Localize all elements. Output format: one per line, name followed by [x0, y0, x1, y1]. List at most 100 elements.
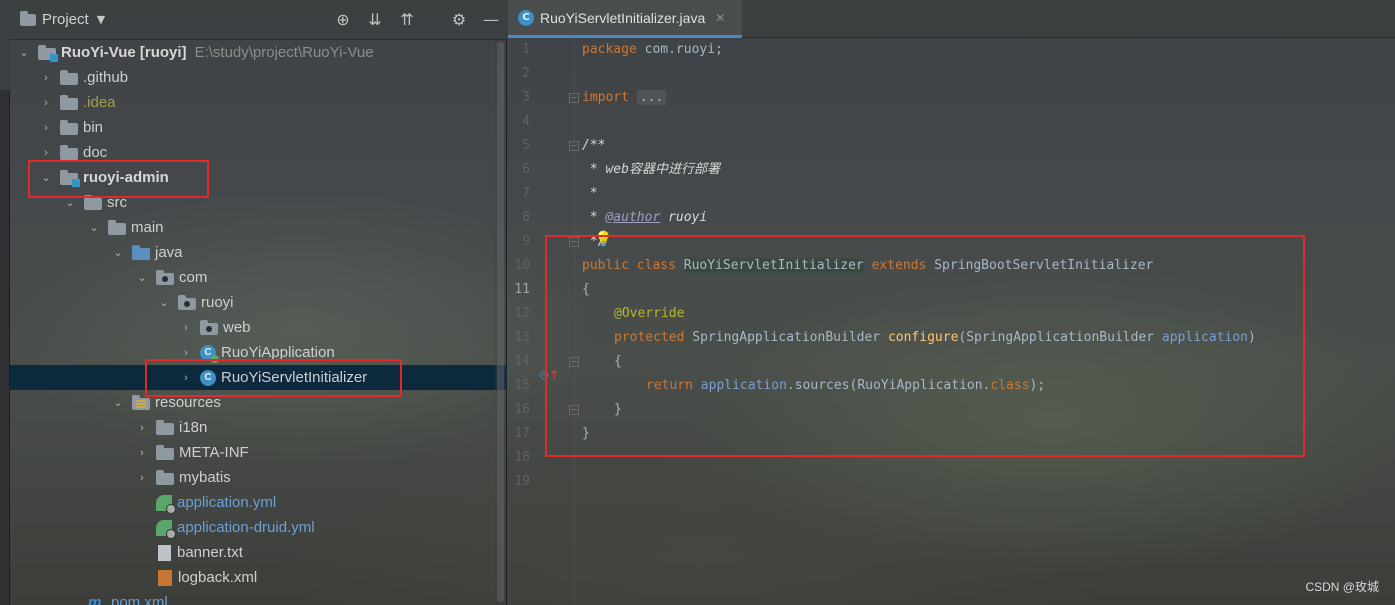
tree-row-web[interactable]: › web: [10, 315, 507, 340]
line-number: 10: [514, 258, 530, 273]
tree-row-mybatis[interactable]: › mybatis: [10, 465, 507, 490]
line-number: 7: [522, 186, 530, 201]
tree-row-resources[interactable]: ⌄ resources: [10, 390, 507, 415]
chevron-right-icon[interactable]: ›: [178, 322, 194, 334]
line-number: 19: [514, 474, 530, 489]
editor-tab-bar: C RuoYiServletInitializer.java ✕: [508, 0, 1395, 38]
minimize-icon[interactable]: —: [481, 9, 501, 31]
tab-ruoyiservletinitializer[interactable]: C RuoYiServletInitializer.java ✕: [508, 0, 742, 38]
tree-label: resources: [155, 394, 221, 411]
method-name: configure: [887, 330, 959, 345]
code-text: .sources(RuoYiApplication.: [786, 378, 991, 393]
project-tool-tab[interactable]: [0, 0, 10, 90]
chevron-right-icon[interactable]: ›: [38, 97, 54, 109]
tree-row-java[interactable]: ⌄ java: [10, 240, 507, 265]
tree-row-github[interactable]: › .github: [10, 65, 507, 90]
chevron-right-icon[interactable]: ›: [38, 72, 54, 84]
tree-label: RuoYiServletInitializer: [221, 369, 368, 386]
resources-folder-icon: [132, 395, 150, 410]
chevron-down-icon[interactable]: ⌄: [86, 221, 102, 234]
tree-row-main[interactable]: ⌄ main: [10, 215, 507, 240]
tab-label: RuoYiServletInitializer.java: [540, 9, 706, 26]
code-line-15: {: [614, 354, 622, 369]
tree-row-pom-xml[interactable]: m pom.xml: [10, 590, 507, 605]
code-line-16: return application.sources(RuoYiApplicat…: [646, 374, 1045, 398]
chevron-down-icon[interactable]: ▼: [97, 13, 105, 26]
folder-icon: [84, 195, 102, 210]
chevron-down-icon[interactable]: ⌄: [16, 46, 32, 59]
chevron-right-icon[interactable]: ›: [38, 122, 54, 134]
tree-row-meta-inf[interactable]: › META-INF: [10, 440, 507, 465]
variable: application: [700, 378, 787, 393]
tree-row-doc[interactable]: › doc: [10, 140, 507, 165]
tree-row-ruoyi-vue[interactable]: ⌄ RuoYi-Vue [ruoyi] E:\study\project\Ruo…: [10, 40, 507, 65]
tree-label: application-druid.yml: [177, 519, 315, 536]
line-number: 1: [522, 42, 530, 57]
chevron-down-icon[interactable]: ⌄: [110, 246, 126, 259]
chevron-right-icon[interactable]: ›: [178, 347, 194, 359]
tree-row-src[interactable]: ⌄ src: [10, 190, 507, 215]
folder-icon: [60, 145, 78, 160]
tree-row-application-yml[interactable]: application.yml: [10, 490, 507, 515]
tree-label: RuoYiApplication: [221, 344, 335, 361]
chevron-down-icon[interactable]: ⌄: [62, 196, 78, 209]
tree-row-i18n[interactable]: › i18n: [10, 415, 507, 440]
scrollbar-thumb[interactable]: [497, 42, 504, 602]
line-number: 18: [514, 450, 530, 465]
chevron-right-icon[interactable]: ›: [134, 472, 150, 484]
chevron-right-icon[interactable]: ›: [178, 372, 194, 384]
line-number: 16: [514, 402, 530, 417]
tree-label: ruoyi: [201, 294, 234, 311]
collapse-all-icon[interactable]: ⇈: [397, 9, 417, 31]
tool-window-strip[interactable]: [0, 0, 10, 605]
locate-icon[interactable]: ⊕: [333, 9, 353, 31]
chevron-down-icon[interactable]: ⌄: [156, 296, 172, 309]
param-name: application: [1161, 330, 1248, 345]
folder-icon: [60, 95, 78, 110]
keyword: return: [646, 378, 693, 393]
expand-all-icon[interactable]: ⇊: [365, 9, 385, 31]
tree-label: ruoyi-admin: [83, 169, 169, 186]
chevron-down-icon[interactable]: ⌄: [38, 171, 54, 184]
chevron-right-icon[interactable]: ›: [38, 147, 54, 159]
tree-row-application-druid-yml[interactable]: application-druid.yml: [10, 515, 507, 540]
close-icon[interactable]: ✕: [715, 11, 725, 25]
tree-row-ruoyi[interactable]: ⌄ ruoyi: [10, 290, 507, 315]
tree-label: mybatis: [179, 469, 231, 486]
tree-row-idea[interactable]: › .idea: [10, 90, 507, 115]
tree-label: application.yml: [177, 494, 277, 511]
tree-row-ruoyiservletinitializer[interactable]: › C RuoYiServletInitializer: [10, 365, 507, 390]
keyword: package: [582, 42, 637, 57]
gutter-divider: [574, 38, 575, 605]
chevron-right-icon[interactable]: ›: [134, 447, 150, 459]
tree-row-com[interactable]: ⌄ com: [10, 265, 507, 290]
tree-row-bin[interactable]: › bin: [10, 115, 507, 140]
override-gutter-icon[interactable]: ⊙↑: [539, 368, 559, 382]
line-number: 3: [522, 90, 530, 105]
chevron-right-icon[interactable]: ›: [134, 422, 150, 434]
tree-label: pom.xml: [111, 594, 168, 605]
class-name: RuoYiServletInitializer: [683, 258, 864, 273]
tree-label: logback.xml: [178, 569, 258, 586]
line-number: 12: [514, 306, 530, 321]
annotation: @Override: [614, 306, 685, 321]
gear-icon[interactable]: ⚙: [449, 9, 469, 31]
tree-row-ruoyi-admin[interactable]: ⌄ ruoyi-admin: [10, 165, 507, 190]
doc-text: ruoyi: [660, 210, 708, 225]
tree-row-banner-txt[interactable]: banner.txt: [10, 540, 507, 565]
lightbulb-icon[interactable]: 💡: [594, 230, 613, 248]
tree-scrollbar[interactable]: [495, 40, 506, 605]
tree-row-logback-xml[interactable]: logback.xml: [10, 565, 507, 590]
chevron-down-icon[interactable]: ⌄: [134, 271, 150, 284]
folder-icon: [108, 220, 126, 235]
chevron-down-icon[interactable]: ⌄: [110, 396, 126, 409]
line-number-current: 11: [514, 282, 530, 297]
folded-imports[interactable]: ...: [636, 90, 667, 105]
code-line-7: * web容器中进行部署: [582, 162, 720, 177]
code-line-11: public class RuoYiServletInitializer ext…: [582, 254, 1153, 278]
project-panel-title[interactable]: Project: [42, 11, 89, 28]
folder-icon: [156, 420, 174, 435]
toolbar-spacer: [429, 9, 437, 31]
tree-row-ruoyiapplication[interactable]: › C RuoYiApplication: [10, 340, 507, 365]
package-icon: [178, 295, 196, 310]
